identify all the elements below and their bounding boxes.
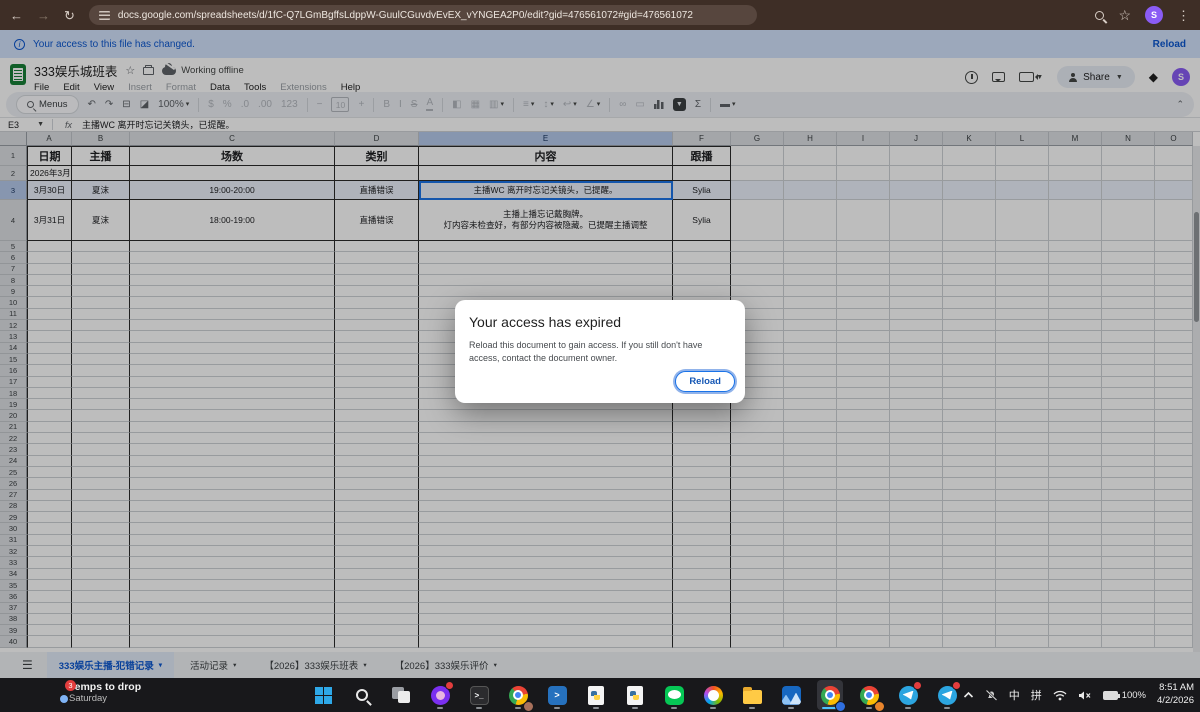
avatar-profile-badge bbox=[523, 701, 534, 712]
python-file-2-icon[interactable] bbox=[622, 680, 648, 710]
dialog-reload-button[interactable]: Reload bbox=[675, 371, 735, 392]
chrome-personal-icon[interactable] bbox=[856, 680, 882, 710]
back-icon[interactable]: ← bbox=[10, 9, 23, 22]
photos-icon[interactable] bbox=[778, 680, 804, 710]
running-indicator bbox=[866, 707, 872, 710]
terminal-icon[interactable]: >_ bbox=[466, 680, 492, 710]
start-icon[interactable] bbox=[310, 680, 336, 710]
tray-chevron-up-icon[interactable] bbox=[963, 691, 974, 699]
running-indicator bbox=[671, 707, 677, 710]
volume-muted-icon[interactable] bbox=[1078, 690, 1092, 701]
address-bar[interactable]: docs.google.com/spreadsheets/d/1fC-Q7LGm… bbox=[89, 5, 757, 25]
zoom-icon[interactable] bbox=[1095, 11, 1104, 20]
powershell-icon[interactable]: > bbox=[544, 680, 570, 710]
ime-language-indicator[interactable]: 中 bbox=[1009, 687, 1020, 703]
notification-badge bbox=[445, 681, 454, 690]
weather-widget[interactable]: 3 Temps to drop Saturday bbox=[55, 681, 141, 704]
browser-toolbar: ← → ↻ docs.google.com/spreadsheets/d/1fC… bbox=[0, 0, 1200, 30]
url-text: docs.google.com/spreadsheets/d/1fC-Q7LGm… bbox=[118, 10, 693, 21]
blue-profile-badge bbox=[835, 701, 846, 712]
browser-avatar[interactable]: S bbox=[1145, 6, 1163, 24]
site-settings-icon[interactable] bbox=[99, 11, 110, 20]
system-tray: 中 拼 100% 8:51 AM 4/2/2026 bbox=[963, 678, 1194, 712]
running-indicator bbox=[749, 707, 755, 710]
browser-menu-kebab-icon[interactable]: ⋮ bbox=[1177, 9, 1190, 22]
taskbar-clock[interactable]: 8:51 AM 4/2/2026 bbox=[1157, 682, 1194, 708]
ime-pinyin-indicator[interactable]: 拼 bbox=[1031, 687, 1042, 703]
dialog-body: Reload this document to gain access. If … bbox=[469, 339, 733, 365]
search-icon[interactable] bbox=[349, 680, 375, 710]
telegram-2-icon[interactable] bbox=[934, 680, 960, 710]
access-expired-dialog: Your access has expired Reload this docu… bbox=[455, 300, 745, 403]
wifi-icon[interactable] bbox=[1053, 690, 1067, 701]
notifications-off-icon[interactable] bbox=[985, 689, 998, 702]
running-indicator bbox=[710, 707, 716, 710]
weather-headline: Temps to drop bbox=[69, 681, 141, 693]
weather-subline: Saturday bbox=[69, 693, 141, 704]
running-indicator bbox=[476, 707, 482, 710]
line-icon[interactable] bbox=[661, 680, 687, 710]
dialog-title: Your access has expired bbox=[469, 314, 731, 330]
notification-badge bbox=[913, 681, 922, 690]
running-indicator bbox=[788, 707, 794, 710]
task-view-icon[interactable] bbox=[388, 680, 414, 710]
file-explorer-icon[interactable] bbox=[739, 680, 765, 710]
bookmark-star-icon[interactable]: ☆ bbox=[1118, 8, 1131, 22]
running-indicator bbox=[632, 707, 638, 710]
telegram-icon[interactable] bbox=[895, 680, 921, 710]
chrome-profile-icon[interactable] bbox=[505, 680, 531, 710]
copilot-icon[interactable] bbox=[700, 680, 726, 710]
security-app-icon[interactable] bbox=[427, 680, 453, 710]
battery-percent: 100% bbox=[1122, 690, 1146, 701]
running-indicator bbox=[905, 707, 911, 710]
reload-icon[interactable]: ↻ bbox=[64, 9, 75, 22]
taskbar-icons: >_ > bbox=[310, 678, 960, 712]
python-file-icon[interactable] bbox=[583, 680, 609, 710]
orange-profile-badge bbox=[874, 701, 885, 712]
battery-icon bbox=[1103, 691, 1118, 700]
screen: ← → ↻ docs.google.com/spreadsheets/d/1fC… bbox=[0, 0, 1200, 712]
running-indicator bbox=[554, 707, 560, 710]
tray-time: 8:51 AM bbox=[1157, 682, 1194, 695]
tray-date: 4/2/2026 bbox=[1157, 695, 1194, 708]
running-indicator bbox=[944, 707, 950, 710]
running-indicator bbox=[593, 707, 599, 710]
running-indicator bbox=[437, 707, 443, 710]
windows-taskbar: 3 Temps to drop Saturday >_ > 中 拼 bbox=[0, 678, 1200, 712]
chrome-work-icon[interactable] bbox=[817, 680, 843, 710]
weather-badge: 3 bbox=[65, 680, 76, 691]
battery-indicator[interactable]: 100% bbox=[1103, 690, 1146, 701]
notification-badge bbox=[952, 681, 961, 690]
forward-icon[interactable]: → bbox=[37, 9, 50, 22]
running-indicator bbox=[515, 707, 521, 710]
